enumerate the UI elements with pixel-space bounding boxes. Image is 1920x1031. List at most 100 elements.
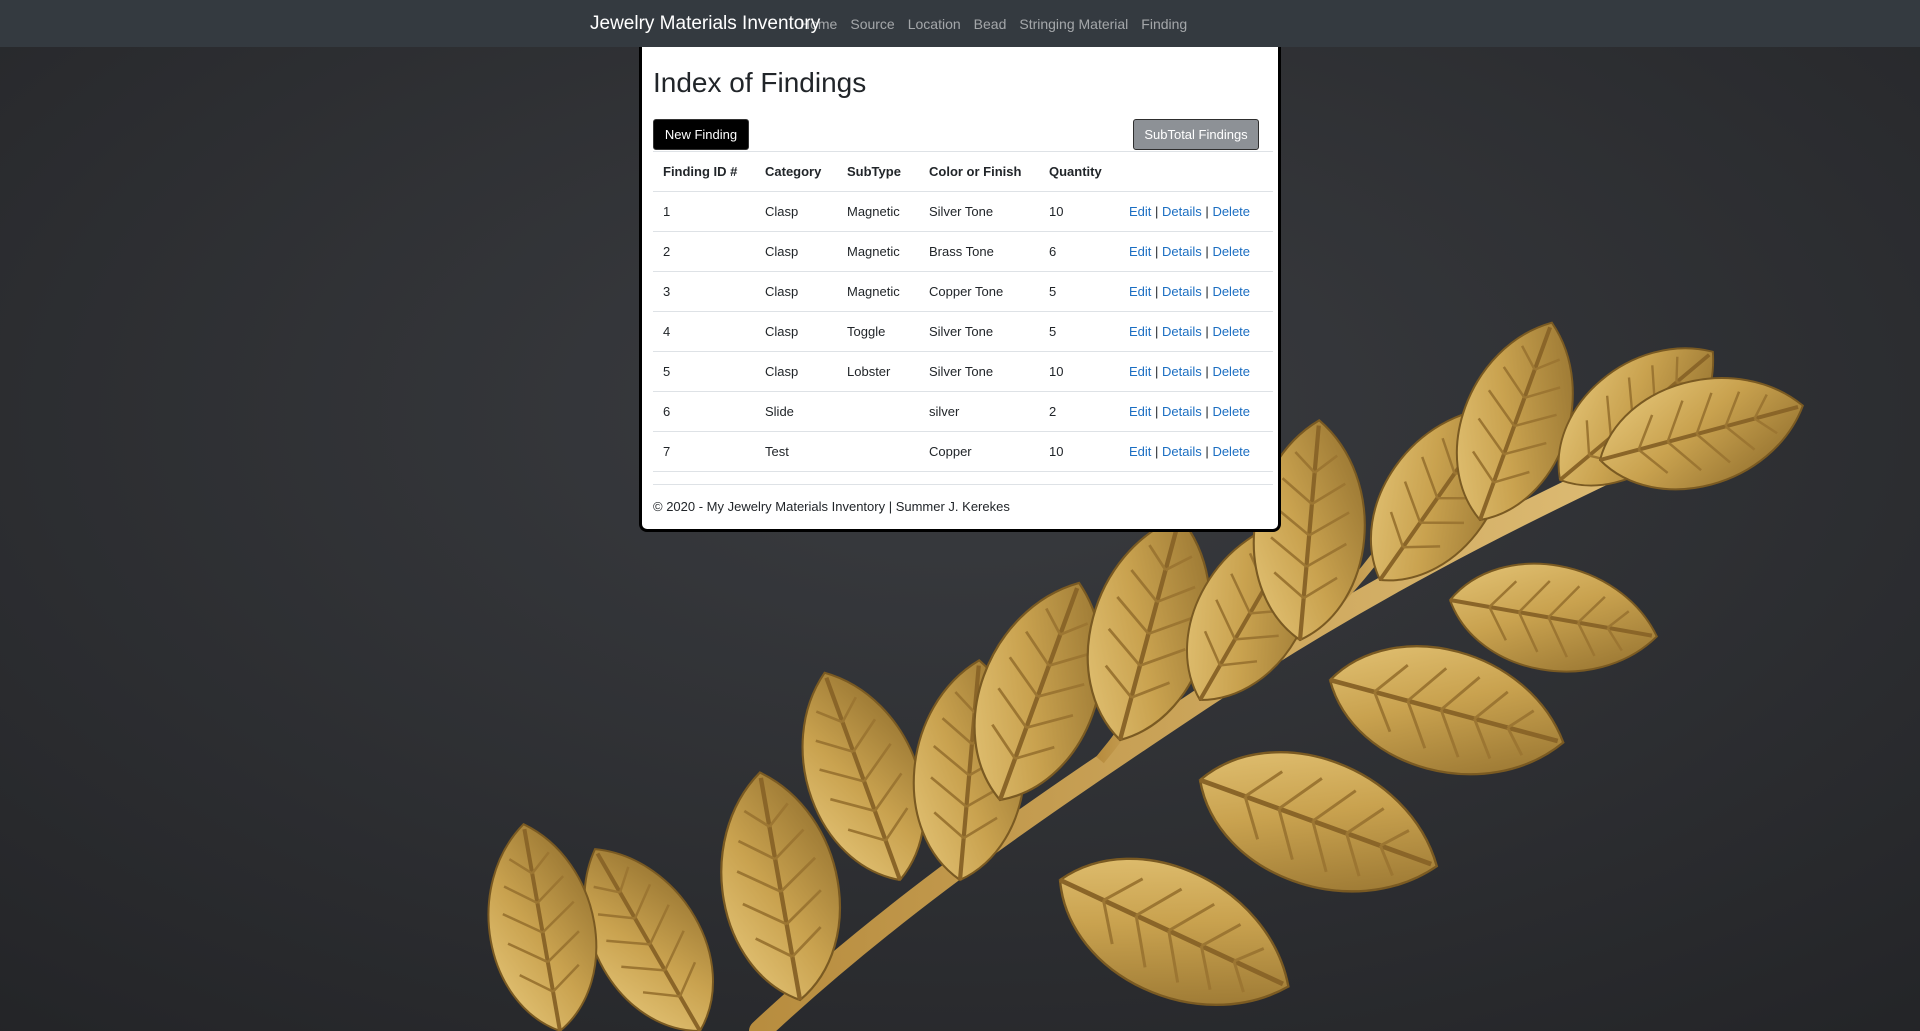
edit-link[interactable]: Edit (1129, 324, 1151, 339)
cell-actions: Edit | Details | Delete (1119, 311, 1273, 352)
action-separator: | (1205, 404, 1209, 419)
column-header-quantity: Quantity (1039, 151, 1119, 192)
details-link[interactable]: Details (1162, 244, 1202, 259)
cell-category: Test (755, 431, 837, 472)
details-link[interactable]: Details (1162, 444, 1202, 459)
action-separator: | (1155, 324, 1159, 339)
cell-quantity: 10 (1039, 351, 1119, 392)
delete-link[interactable]: Delete (1212, 444, 1250, 459)
cell-actions: Edit | Details | Delete (1119, 271, 1273, 312)
table-header-row: Finding ID # Category SubType Color or F… (653, 151, 1273, 192)
column-header-actions (1119, 151, 1273, 192)
table-row: 1 Clasp Magnetic Silver Tone 10 Edit | D… (653, 191, 1273, 232)
details-link[interactable]: Details (1162, 364, 1202, 379)
cell-subtype: Lobster (837, 351, 919, 392)
details-link[interactable]: Details (1162, 404, 1202, 419)
edit-link[interactable]: Edit (1129, 404, 1151, 419)
cell-quantity: 6 (1039, 231, 1119, 272)
cell-color: Copper (919, 431, 1039, 472)
cell-quantity: 2 (1039, 391, 1119, 432)
top-navbar: Jewelry Materials Inventory Home Source … (0, 0, 1920, 47)
cell-finding-id: 3 (653, 271, 755, 312)
table-row: 4 Clasp Toggle Silver Tone 5 Edit | Deta… (653, 311, 1273, 352)
brand-link[interactable]: Jewelry Materials Inventory (590, 13, 820, 35)
action-separator: | (1205, 284, 1209, 299)
table-row: 5 Clasp Lobster Silver Tone 10 Edit | De… (653, 351, 1273, 392)
nav-link-source[interactable]: Source (850, 16, 894, 32)
details-link[interactable]: Details (1162, 284, 1202, 299)
edit-link[interactable]: Edit (1129, 444, 1151, 459)
cell-subtype: Magnetic (837, 271, 919, 312)
delete-link[interactable]: Delete (1212, 404, 1250, 419)
cell-subtype: Toggle (837, 311, 919, 352)
delete-link[interactable]: Delete (1212, 284, 1250, 299)
action-separator: | (1205, 324, 1209, 339)
nav-link-finding[interactable]: Finding (1141, 16, 1187, 32)
nav-link-home[interactable]: Home (800, 16, 837, 32)
details-link[interactable]: Details (1162, 204, 1202, 219)
column-header-finding-id: Finding ID # (653, 151, 755, 192)
content-card: Index of Findings New Finding SubTotal F… (639, 47, 1281, 532)
table-row: 2 Clasp Magnetic Brass Tone 6 Edit | Det… (653, 231, 1273, 272)
cell-color: Silver Tone (919, 191, 1039, 232)
subtotal-findings-button[interactable]: SubTotal Findings (1133, 119, 1259, 150)
action-separator: | (1155, 364, 1159, 379)
cell-actions: Edit | Details | Delete (1119, 391, 1273, 432)
action-separator: | (1205, 364, 1209, 379)
action-separator: | (1155, 404, 1159, 419)
cell-finding-id: 6 (653, 391, 755, 432)
cell-subtype (837, 391, 919, 432)
cell-finding-id: 5 (653, 351, 755, 392)
delete-link[interactable]: Delete (1212, 364, 1250, 379)
cell-finding-id: 7 (653, 431, 755, 472)
delete-link[interactable]: Delete (1212, 324, 1250, 339)
nav-link-bead[interactable]: Bead (974, 16, 1007, 32)
cell-actions: Edit | Details | Delete (1119, 231, 1273, 272)
cell-category: Clasp (755, 191, 837, 232)
findings-table-body: 1 Clasp Magnetic Silver Tone 10 Edit | D… (653, 191, 1273, 472)
action-separator: | (1155, 244, 1159, 259)
edit-link[interactable]: Edit (1129, 244, 1151, 259)
cell-quantity: 10 (1039, 431, 1119, 472)
cell-category: Clasp (755, 271, 837, 312)
table-row: 6 Slide silver 2 Edit | Details | Delete (653, 391, 1273, 432)
cell-color: Silver Tone (919, 311, 1039, 352)
delete-link[interactable]: Delete (1212, 204, 1250, 219)
cell-subtype (837, 431, 919, 472)
footer-text: © 2020 - My Jewelry Materials Inventory … (653, 499, 1010, 514)
column-header-category: Category (755, 151, 837, 192)
page-title: Index of Findings (653, 67, 867, 98)
nav-links: Home Source Location Bead Stringing Mate… (800, 16, 1200, 32)
action-separator: | (1155, 204, 1159, 219)
cell-category: Slide (755, 391, 837, 432)
edit-link[interactable]: Edit (1129, 204, 1151, 219)
cell-quantity: 5 (1039, 271, 1119, 312)
cell-finding-id: 2 (653, 231, 755, 272)
cell-color: Brass Tone (919, 231, 1039, 272)
cell-color: Silver Tone (919, 351, 1039, 392)
cell-actions: Edit | Details | Delete (1119, 351, 1273, 392)
edit-link[interactable]: Edit (1129, 364, 1151, 379)
column-header-subtype: SubType (837, 151, 919, 192)
delete-link[interactable]: Delete (1212, 244, 1250, 259)
nav-link-stringing-material[interactable]: Stringing Material (1019, 16, 1128, 32)
action-separator: | (1205, 444, 1209, 459)
cell-category: Clasp (755, 351, 837, 392)
new-finding-button[interactable]: New Finding (653, 119, 749, 150)
edit-link[interactable]: Edit (1129, 284, 1151, 299)
cell-finding-id: 1 (653, 191, 755, 232)
details-link[interactable]: Details (1162, 324, 1202, 339)
cell-color: Copper Tone (919, 271, 1039, 312)
action-separator: | (1155, 444, 1159, 459)
action-separator: | (1155, 284, 1159, 299)
nav-link-location[interactable]: Location (908, 16, 961, 32)
footer-divider (653, 484, 1273, 485)
table-row: 7 Test Copper 10 Edit | Details | Delete (653, 431, 1273, 472)
cell-quantity: 10 (1039, 191, 1119, 232)
action-separator: | (1205, 204, 1209, 219)
column-header-color-or-finish: Color or Finish (919, 151, 1039, 192)
findings-table: Finding ID # Category SubType Color or F… (653, 151, 1273, 472)
cell-quantity: 5 (1039, 311, 1119, 352)
action-separator: | (1205, 244, 1209, 259)
cell-actions: Edit | Details | Delete (1119, 191, 1273, 232)
